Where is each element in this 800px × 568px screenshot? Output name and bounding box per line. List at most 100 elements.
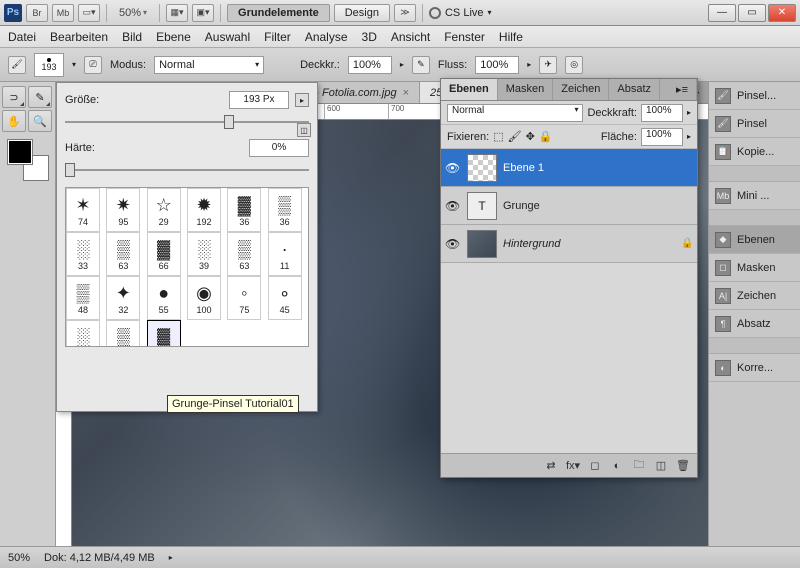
brush-tip[interactable]: ☆29 <box>147 188 181 232</box>
layer-row[interactable]: 👁TGrunge <box>441 187 697 225</box>
brush-tip[interactable]: ✷95 <box>106 188 140 232</box>
screen-mode-button[interactable]: ▭▾ <box>78 4 100 22</box>
workspace-design[interactable]: Design <box>334 4 390 22</box>
close-button[interactable]: ✕ <box>768 4 796 22</box>
minimize-button[interactable]: — <box>708 4 736 22</box>
minibridge-button[interactable]: Mb <box>52 4 74 22</box>
brush-tip[interactable]: ▒48 <box>66 276 100 320</box>
brush-tip[interactable]: ●55 <box>147 276 181 320</box>
flyout-arrow-icon[interactable]: ▸ <box>295 93 309 107</box>
blend-mode-dropdown[interactable]: Normal▾ <box>154 56 264 74</box>
brush-tip[interactable]: ▒63 <box>106 232 140 276</box>
visibility-icon[interactable]: 👁 <box>445 199 461 213</box>
brush-tip[interactable]: ▒346 <box>106 320 140 347</box>
tab-absatz[interactable]: Absatz <box>609 79 660 100</box>
brush-tip[interactable]: ▓36 <box>227 188 261 232</box>
panel-menu-icon[interactable]: ▸≡ <box>668 79 697 100</box>
visibility-icon[interactable]: 👁 <box>445 237 461 251</box>
cslive-button[interactable]: CS Live▾ <box>429 7 492 19</box>
menu-bild[interactable]: Bild <box>122 30 142 44</box>
tablet-size-icon[interactable]: ◎ <box>565 56 583 74</box>
dock-item[interactable]: ◆Ebenen <box>709 226 800 254</box>
brush-tip[interactable]: ◉100 <box>187 276 221 320</box>
zoom-tool[interactable]: 🔍 <box>28 110 52 132</box>
bridge-button[interactable]: Br <box>26 4 48 22</box>
menu-bearbeiten[interactable]: Bearbeiten <box>50 30 108 44</box>
brush-tip[interactable]: ▒63 <box>227 232 261 276</box>
flaeche-input[interactable]: 100% <box>641 128 683 146</box>
menu-3d[interactable]: 3D <box>362 30 377 44</box>
layer-row[interactable]: 👁Ebene 1 <box>441 149 697 187</box>
brush-tip[interactable]: ◦75 <box>227 276 261 320</box>
zoom-dropdown[interactable]: 50% <box>113 7 153 19</box>
tablet-opacity-icon[interactable]: ✎ <box>412 56 430 74</box>
lock-pixels-icon[interactable]: 🖌 <box>508 130 522 143</box>
size-slider[interactable] <box>65 115 309 129</box>
adjustment-layer-icon[interactable]: ◐ <box>609 460 625 472</box>
lock-transparency-icon[interactable]: ⬚ <box>493 130 503 143</box>
deckkraft-input[interactable]: 100% <box>641 104 683 122</box>
menu-ansicht[interactable]: Ansicht <box>391 30 430 44</box>
size-input[interactable]: 193 Px <box>229 91 289 109</box>
delete-layer-icon[interactable]: 🗑 <box>675 459 691 472</box>
brush-tip[interactable]: ▓66 <box>147 232 181 276</box>
menu-hilfe[interactable]: Hilfe <box>499 30 523 44</box>
status-dok[interactable]: Dok: 4,12 MB/4,49 MB <box>44 552 155 564</box>
group-icon[interactable]: 🗀 <box>631 456 647 475</box>
brush-tip[interactable]: ✹192 <box>187 188 221 232</box>
brush-tip[interactable]: ░268 <box>66 320 100 347</box>
brush-tip[interactable]: ▒36 <box>268 188 302 232</box>
tab-ebenen[interactable]: Ebenen <box>441 79 498 100</box>
lock-position-icon[interactable]: ✥ <box>526 130 535 143</box>
layer-mask-icon[interactable]: ◻ <box>587 459 603 472</box>
tab-masken[interactable]: Masken <box>498 79 554 100</box>
dock-item[interactable]: MbMini ... <box>709 182 800 210</box>
maximize-button[interactable]: ▭ <box>738 4 766 22</box>
blend-mode-dropdown[interactable]: Normal▾ <box>447 104 583 122</box>
dock-item[interactable]: A|Zeichen <box>709 282 800 310</box>
dock-item[interactable]: 🖌Pinsel... <box>709 82 800 110</box>
menu-fenster[interactable]: Fenster <box>444 30 485 44</box>
lasso-tool[interactable]: ⊃ <box>2 86 26 108</box>
brush-tip[interactable]: ░39 <box>187 232 221 276</box>
menu-filter[interactable]: Filter <box>264 30 291 44</box>
airbrush-icon[interactable]: ✈ <box>539 56 557 74</box>
brush-tip[interactable]: ✦32 <box>106 276 140 320</box>
brush-panel-toggle[interactable]: ⎚ <box>84 56 102 74</box>
menu-datei[interactable]: Datei <box>8 30 36 44</box>
workspace-more[interactable]: ≫ <box>394 4 416 22</box>
brush-tip[interactable]: ·11 <box>268 232 302 276</box>
color-swatches[interactable] <box>8 140 48 180</box>
opacity-input[interactable]: 100% <box>348 56 392 74</box>
hardness-slider[interactable] <box>65 163 309 177</box>
brush-tip[interactable]: ∘45 <box>268 276 302 320</box>
brush-tip[interactable]: ✶74 <box>66 188 100 232</box>
dock-item[interactable]: ¶Absatz <box>709 310 800 338</box>
dock-item[interactable]: ◐Korre... <box>709 354 800 382</box>
new-preset-icon[interactable]: ◫ <box>297 123 311 137</box>
brush-tip[interactable]: ▓324 <box>147 320 181 347</box>
menu-analyse[interactable]: Analyse <box>305 30 348 44</box>
menu-ebene[interactable]: Ebene <box>156 30 191 44</box>
brush-tip[interactable]: ░33 <box>66 232 100 276</box>
view-extras-button[interactable]: ▦▾ <box>166 4 188 22</box>
close-icon[interactable]: × <box>403 87 409 99</box>
dock-item[interactable]: ◻Masken <box>709 254 800 282</box>
tool-preset-icon[interactable]: 🖌 <box>8 56 26 74</box>
hardness-input[interactable]: 0% <box>249 139 309 157</box>
dock-item[interactable]: 📋Kopie... <box>709 138 800 166</box>
workspace-basic[interactable]: Grundelemente <box>227 4 330 22</box>
layer-fx-icon[interactable]: fx▾ <box>565 459 581 472</box>
brush-preset-picker[interactable]: 193 <box>34 53 64 77</box>
menu-auswahl[interactable]: Auswahl <box>205 30 250 44</box>
tab-zeichen[interactable]: Zeichen <box>553 79 609 100</box>
link-layers-icon[interactable]: ⇄ <box>543 459 559 472</box>
visibility-icon[interactable]: 👁 <box>445 161 461 175</box>
layer-row[interactable]: 👁Hintergrund🔒 <box>441 225 697 263</box>
new-layer-icon[interactable]: ◫ <box>653 459 669 472</box>
lock-all-icon[interactable]: 🔒 <box>539 130 553 143</box>
quick-select-tool[interactable]: ✎ <box>28 86 52 108</box>
arrange-button[interactable]: ▣▾ <box>192 4 214 22</box>
status-zoom[interactable]: 50% <box>8 552 30 564</box>
flow-input[interactable]: 100% <box>475 56 519 74</box>
